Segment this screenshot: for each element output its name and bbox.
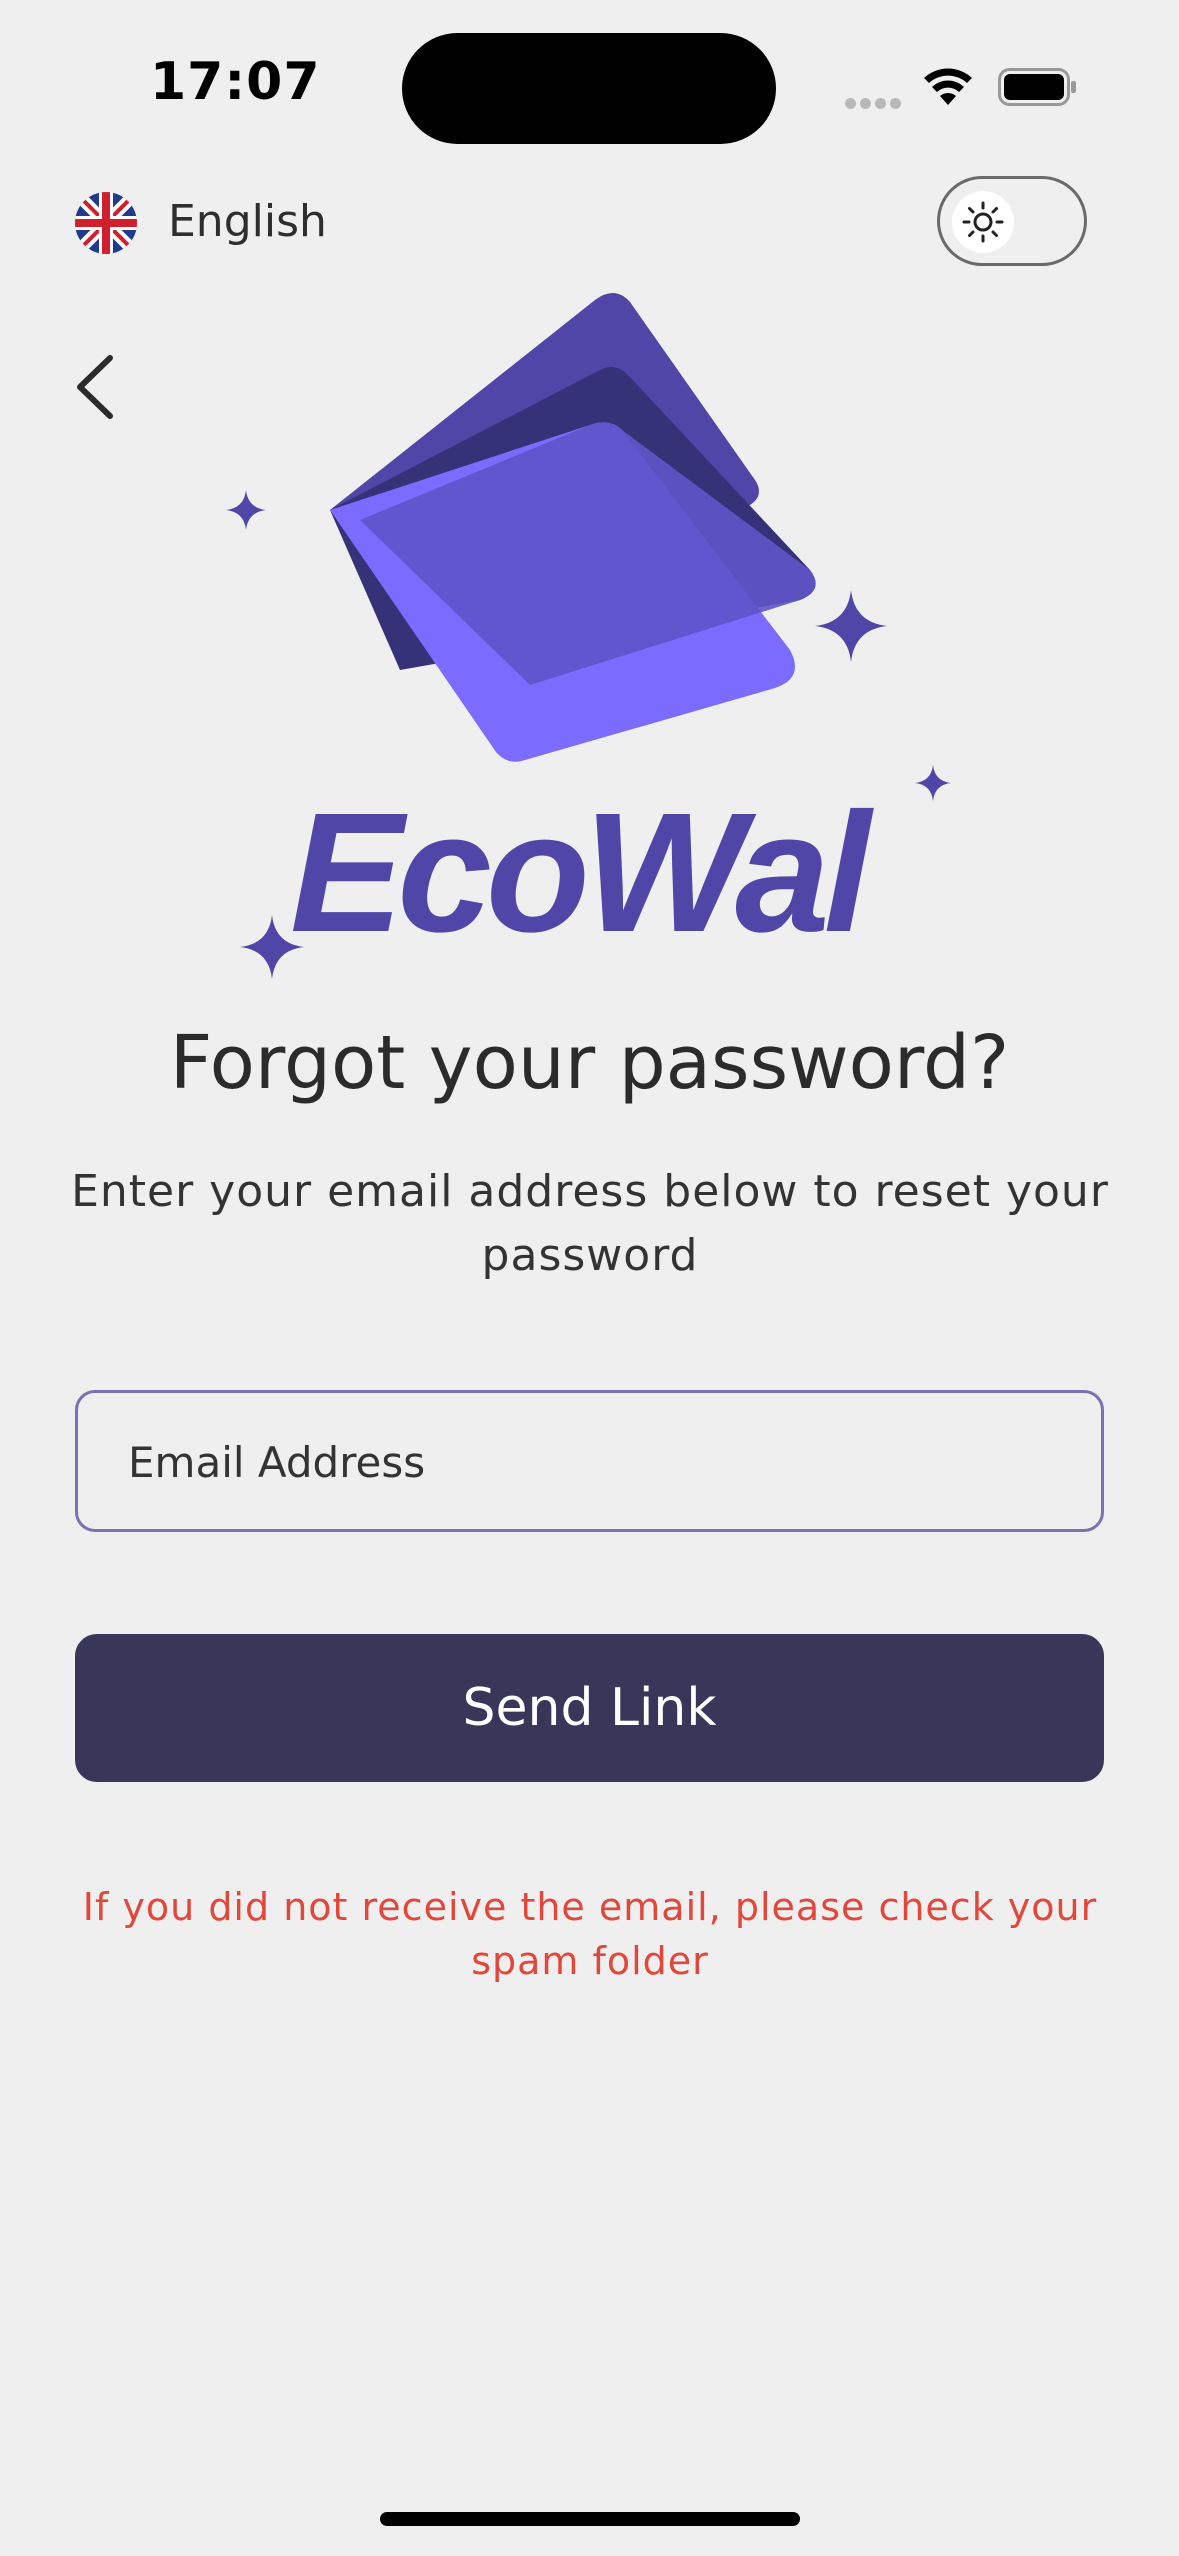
sparkle-icon xyxy=(915,765,951,801)
language-label[interactable]: English xyxy=(168,196,327,247)
back-button[interactable] xyxy=(72,352,122,422)
chevron-left-icon xyxy=(77,355,113,419)
cellular-signal-icon xyxy=(845,94,905,109)
sun-icon xyxy=(962,201,1004,243)
theme-toggle[interactable] xyxy=(937,176,1087,266)
ecowal-logo-graphic xyxy=(220,290,960,801)
email-field[interactable] xyxy=(75,1390,1104,1532)
home-indicator[interactable] xyxy=(380,2512,800,2526)
spam-folder-note: If you did not receive the email, please… xyxy=(82,1885,1098,1983)
brand-wordmark: EcoWal xyxy=(290,778,871,968)
uk-flag-icon[interactable] xyxy=(75,192,137,254)
wifi-icon xyxy=(922,65,974,107)
page-title: Forgot your password? xyxy=(169,1020,1010,1106)
send-link-button[interactable]: Send Link xyxy=(75,1634,1104,1782)
sparkle-icon xyxy=(226,490,266,530)
dynamic-island xyxy=(402,33,776,144)
status-time: 17:07 xyxy=(150,52,321,112)
email-input[interactable] xyxy=(126,1393,1030,1531)
page-subtitle: Enter your email address below to reset … xyxy=(71,1166,1109,1281)
battery-icon xyxy=(998,68,1078,106)
sparkle-icon xyxy=(815,590,887,662)
theme-toggle-knob xyxy=(952,191,1014,253)
